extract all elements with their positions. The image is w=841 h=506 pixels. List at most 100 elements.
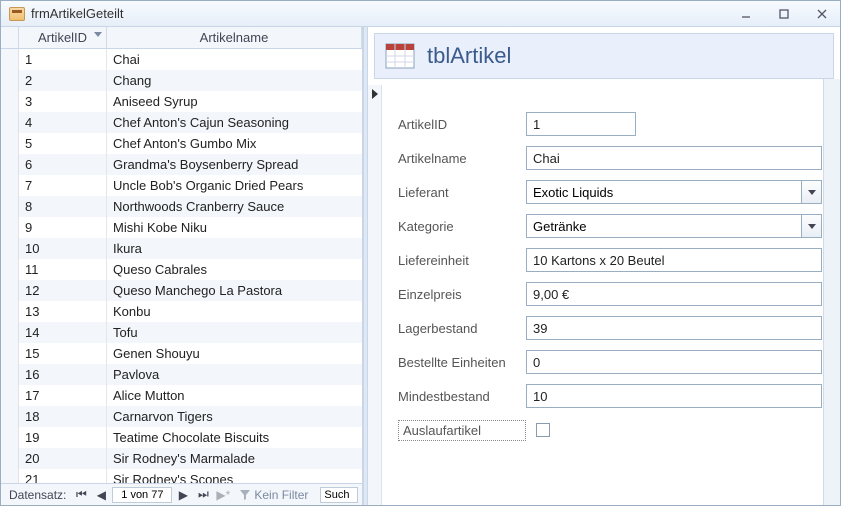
cell-artikelname[interactable]: Queso Cabrales <box>107 259 362 280</box>
table-row[interactable]: 12Queso Manchego La Pastora <box>1 280 362 301</box>
column-dropdown-icon[interactable] <box>94 32 102 37</box>
table-row[interactable]: 7Uncle Bob's Organic Dried Pears <box>1 175 362 196</box>
minimize-button[interactable] <box>734 6 758 22</box>
combo-lieferant[interactable]: Exotic Liquids <box>526 180 822 204</box>
row-selector[interactable] <box>1 427 19 448</box>
row-selector[interactable] <box>1 448 19 469</box>
row-selector[interactable] <box>1 133 19 154</box>
cell-artikelname[interactable]: Alice Mutton <box>107 385 362 406</box>
cell-artikelname[interactable]: Chef Anton's Cajun Seasoning <box>107 112 362 133</box>
close-button[interactable] <box>810 6 834 22</box>
cell-artikelid[interactable]: 4 <box>19 112 107 133</box>
select-all-stub[interactable] <box>1 27 19 48</box>
cell-artikelid[interactable]: 11 <box>19 259 107 280</box>
table-row[interactable]: 17Alice Mutton <box>1 385 362 406</box>
cell-artikelid[interactable]: 16 <box>19 364 107 385</box>
table-row[interactable]: 8Northwoods Cranberry Sauce <box>1 196 362 217</box>
maximize-button[interactable] <box>772 6 796 22</box>
grid-body[interactable]: 1Chai2Chang3Aniseed Syrup4Chef Anton's C… <box>1 49 362 483</box>
row-selector[interactable] <box>1 343 19 364</box>
column-header-artikelname[interactable]: Artikelname <box>107 27 362 48</box>
cell-artikelid[interactable]: 10 <box>19 238 107 259</box>
cell-artikelname[interactable]: Genen Shouyu <box>107 343 362 364</box>
checkbox-auslauf[interactable] <box>536 423 550 437</box>
row-selector[interactable] <box>1 175 19 196</box>
row-selector[interactable] <box>1 259 19 280</box>
cell-artikelid[interactable]: 17 <box>19 385 107 406</box>
column-header-artikelid[interactable]: ArtikelID <box>19 27 107 48</box>
table-row[interactable]: 2Chang <box>1 70 362 91</box>
table-row[interactable]: 21Sir Rodney's Scones <box>1 469 362 483</box>
table-row[interactable]: 10Ikura <box>1 238 362 259</box>
nav-prev-button[interactable]: ◀ <box>92 487 110 503</box>
row-selector[interactable] <box>1 217 19 238</box>
row-selector[interactable] <box>1 469 19 483</box>
cell-artikelid[interactable]: 6 <box>19 154 107 175</box>
table-row[interactable]: 3Aniseed Syrup <box>1 91 362 112</box>
cell-artikelid[interactable]: 3 <box>19 91 107 112</box>
table-row[interactable]: 5Chef Anton's Gumbo Mix <box>1 133 362 154</box>
cell-artikelid[interactable]: 20 <box>19 448 107 469</box>
record-selector[interactable] <box>368 85 382 505</box>
cell-artikelname[interactable]: Grandma's Boysenberry Spread <box>107 154 362 175</box>
table-row[interactable]: 6Grandma's Boysenberry Spread <box>1 154 362 175</box>
search-input[interactable] <box>320 487 358 503</box>
cell-artikelid[interactable]: 2 <box>19 70 107 91</box>
field-liefereinheit[interactable]: 10 Kartons x 20 Beutel <box>526 248 822 272</box>
cell-artikelid[interactable]: 7 <box>19 175 107 196</box>
table-row[interactable]: 14Tofu <box>1 322 362 343</box>
cell-artikelid[interactable]: 13 <box>19 301 107 322</box>
row-selector[interactable] <box>1 301 19 322</box>
cell-artikelid[interactable]: 12 <box>19 280 107 301</box>
cell-artikelname[interactable]: Uncle Bob's Organic Dried Pears <box>107 175 362 196</box>
table-row[interactable]: 18Carnarvon Tigers <box>1 406 362 427</box>
table-row[interactable]: 9Mishi Kobe Niku <box>1 217 362 238</box>
cell-artikelname[interactable]: Pavlova <box>107 364 362 385</box>
cell-artikelname[interactable]: Sir Rodney's Scones <box>107 469 362 483</box>
row-selector[interactable] <box>1 49 19 70</box>
nav-last-button[interactable]: ⏭ <box>194 487 212 503</box>
table-row[interactable]: 1Chai <box>1 49 362 70</box>
cell-artikelname[interactable]: Northwoods Cranberry Sauce <box>107 196 362 217</box>
nav-new-button[interactable]: ▶* <box>214 487 232 503</box>
cell-artikelid[interactable]: 1 <box>19 49 107 70</box>
table-row[interactable]: 19Teatime Chocolate Biscuits <box>1 427 362 448</box>
cell-artikelid[interactable]: 21 <box>19 469 107 483</box>
cell-artikelname[interactable]: Sir Rodney's Marmalade <box>107 448 362 469</box>
row-selector[interactable] <box>1 70 19 91</box>
cell-artikelname[interactable]: Teatime Chocolate Biscuits <box>107 427 362 448</box>
cell-artikelid[interactable]: 8 <box>19 196 107 217</box>
cell-artikelid[interactable]: 14 <box>19 322 107 343</box>
row-selector[interactable] <box>1 154 19 175</box>
cell-artikelid[interactable]: 15 <box>19 343 107 364</box>
cell-artikelname[interactable]: Carnarvon Tigers <box>107 406 362 427</box>
row-selector[interactable] <box>1 238 19 259</box>
table-row[interactable]: 11Queso Cabrales <box>1 259 362 280</box>
row-selector[interactable] <box>1 280 19 301</box>
row-selector[interactable] <box>1 112 19 133</box>
cell-artikelid[interactable]: 5 <box>19 133 107 154</box>
cell-artikelname[interactable]: Mishi Kobe Niku <box>107 217 362 238</box>
nav-position-input[interactable] <box>112 487 172 503</box>
cell-artikelname[interactable]: Chai <box>107 49 362 70</box>
table-row[interactable]: 16Pavlova <box>1 364 362 385</box>
cell-artikelname[interactable]: Queso Manchego La Pastora <box>107 280 362 301</box>
field-artikelname[interactable]: Chai <box>526 146 822 170</box>
cell-artikelname[interactable]: Aniseed Syrup <box>107 91 362 112</box>
dropdown-button[interactable] <box>801 215 821 237</box>
row-selector[interactable] <box>1 364 19 385</box>
table-row[interactable]: 20Sir Rodney's Marmalade <box>1 448 362 469</box>
field-lagerbestand[interactable]: 39 <box>526 316 822 340</box>
cell-artikelname[interactable]: Tofu <box>107 322 362 343</box>
cell-artikelid[interactable]: 19 <box>19 427 107 448</box>
table-row[interactable]: 13Konbu <box>1 301 362 322</box>
cell-artikelname[interactable]: Konbu <box>107 301 362 322</box>
table-row[interactable]: 4Chef Anton's Cajun Seasoning <box>1 112 362 133</box>
filter-toggle-button[interactable]: Kein Filter <box>234 488 314 502</box>
field-einzelpreis[interactable]: 9,00 € <box>526 282 822 306</box>
table-row[interactable]: 15Genen Shouyu <box>1 343 362 364</box>
cell-artikelname[interactable]: Chang <box>107 70 362 91</box>
cell-artikelid[interactable]: 9 <box>19 217 107 238</box>
field-artikelid[interactable]: 1 <box>526 112 636 136</box>
nav-first-button[interactable]: ⏮ <box>72 487 90 503</box>
